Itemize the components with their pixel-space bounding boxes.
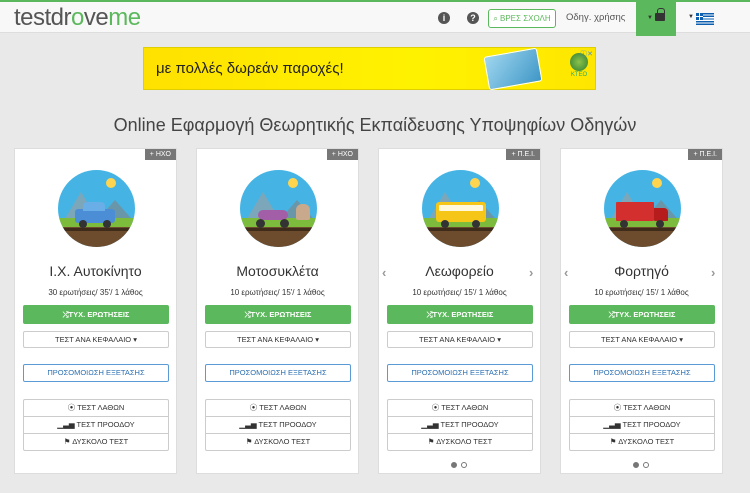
card-bus: + Π.Ε.Ι. ‹ › Λεωφορείο 10 ερωτήσεις/ 15'… — [378, 148, 541, 474]
logo[interactable]: testdroveme — [14, 6, 141, 30]
card-subtitle: 30 ερωτήσεις/ 35'/ 1 λάθος — [48, 288, 143, 297]
exam-simulation-button[interactable]: ΠΡΟΣΟΜΟΙΩΣΗ ΕΞΕΤΑΣΗΣ — [23, 364, 169, 382]
logo-part-2: o — [71, 4, 84, 31]
carousel-dot[interactable] — [643, 462, 649, 468]
hard-test-button[interactable]: ⚑ ΔΥΣΚΟΛΟ ΤΕΣΤ — [205, 433, 351, 451]
hard-test-button[interactable]: ⚑ ΔΥΣΚΟΛΟ ΤΕΣΤ — [569, 433, 715, 451]
test-button-group: ⦿ ΤΕΣΤ ΛΑΘΩΝ ▁▃▅ ΤΕΣΤ ΠΡΟΟΔΟΥ ⚑ ΔΥΣΚΟΛΟ … — [23, 399, 169, 451]
card-motorcycle: + ΗΧΟ Μοτοσυκλέτα 10 ερωτήσεις/ 15'/ 1 λ… — [196, 148, 359, 474]
ad-banner[interactable]: με πολλές δωρεάν παροχές! ΚΤΕΟ ⓘ✕ — [143, 47, 596, 91]
test-button-group: ⦿ ΤΕΣΤ ΛΑΘΩΝ ▁▃▅ ΤΕΣΤ ΠΡΟΟΔΟΥ ⚑ ΔΥΣΚΟΛΟ … — [569, 399, 715, 451]
card-title: Μοτοσυκλέτα — [236, 263, 319, 279]
kteo-logo-text: ΚΤΕΟ — [570, 72, 588, 78]
exam-simulation-button[interactable]: ΠΡΟΣΟΜΟΙΩΣΗ ΕΞΕΤΑΣΗΣ — [569, 364, 715, 382]
hard-test-button[interactable]: ⚑ ΔΥΣΚΟΛΟ ΤΕΣΤ — [387, 433, 533, 451]
test-button-group: ⦿ ΤΕΣΤ ΛΑΘΩΝ ▁▃▅ ΤΕΣΤ ΠΡΟΟΔΟΥ ⚑ ΔΥΣΚΟΛΟ … — [387, 399, 533, 451]
progress-test-button[interactable]: ▁▃▅ ΤΕΣΤ ΠΡΟΟΔΟΥ — [569, 416, 715, 434]
card-image — [483, 47, 543, 91]
sound-badge: + ΗΧΟ — [326, 149, 358, 160]
logo-part-3: ve — [83, 4, 109, 31]
random-questions-button[interactable]: ⤮ΤΥΧ. ΕΡΩΤΗΣΕΙΣ — [387, 305, 533, 324]
page-title: Online Εφαρμογή Θεωρητικής Εκπαίδευσης Υ… — [113, 115, 637, 135]
pei-badge: + Π.Ε.Ι. — [688, 149, 722, 160]
errors-test-button[interactable]: ⦿ ΤΕΣΤ ΛΑΘΩΝ — [387, 399, 533, 417]
carousel-dot[interactable] — [461, 462, 467, 468]
test-by-chapter-dropdown[interactable]: ΤΕΣΤ ΑΝΑ ΚΕΦΑΛΑΙΟ ▾ — [205, 331, 351, 348]
random-questions-button[interactable]: ⤮ΤΥΧ. ΕΡΩΤΗΣΕΙΣ — [23, 305, 169, 324]
progress-test-button[interactable]: ▁▃▅ ΤΕΣΤ ΠΡΟΟΔΟΥ — [387, 416, 533, 434]
card-title: Λεωφορείο — [425, 263, 494, 279]
progress-test-button[interactable]: ▁▃▅ ΤΕΣΤ ΠΡΟΟΔΟΥ — [23, 416, 169, 434]
carousel-indicators — [632, 462, 652, 470]
card-subtitle: 10 ερωτήσεις/ 15'/ 1 λάθος — [412, 288, 507, 297]
random-questions-button[interactable]: ⤮ΤΥΧ. ΕΡΩΤΗΣΕΙΣ — [205, 305, 351, 324]
chevron-down-icon: ▼ — [647, 15, 653, 21]
sound-badge: + ΗΧΟ — [144, 149, 176, 160]
help-icon[interactable]: ? — [467, 12, 479, 24]
card-car: + ΗΧΟ Ι.Χ. Αυτοκίνητο 30 ερωτήσεις/ 35'/… — [14, 148, 177, 474]
card-title: Φορτηγό — [614, 263, 669, 279]
test-by-chapter-dropdown[interactable]: ΤΕΣΤ ΑΝΑ ΚΕΦΑΛΑΙΟ ▾ — [569, 331, 715, 348]
greek-flag-icon — [696, 13, 714, 25]
test-button-group: ⦿ ΤΕΣΤ ΛΑΘΩΝ ▁▃▅ ΤΕΣΤ ΠΡΟΟΔΟΥ ⚑ ΔΥΣΚΟΛΟ … — [205, 399, 351, 451]
errors-test-button[interactable]: ⦿ ΤΕΣΤ ΛΑΘΩΝ — [569, 399, 715, 417]
car-illustration — [58, 170, 135, 247]
card-truck: + Π.Ε.Ι. ‹ › Φορτηγό 10 ερωτήσεις/ 15'/ … — [560, 148, 723, 474]
card-subtitle: 10 ερωτήσεις/ 15'/ 1 λάθος — [594, 288, 689, 297]
exam-simulation-button[interactable]: ΠΡΟΣΟΜΟΙΩΣΗ ΕΞΕΤΑΣΗΣ — [387, 364, 533, 382]
bus-illustration — [422, 170, 499, 247]
carousel-dot-active[interactable] — [633, 462, 639, 468]
exam-simulation-button[interactable]: ΠΡΟΣΟΜΟΙΩΣΗ ΕΞΕΤΑΣΗΣ — [205, 364, 351, 382]
progress-test-button[interactable]: ▁▃▅ ΤΕΣΤ ΠΡΟΟΔΟΥ — [205, 416, 351, 434]
errors-test-button[interactable]: ⦿ ΤΕΣΤ ΛΑΘΩΝ — [205, 399, 351, 417]
lock-icon — [655, 8, 665, 21]
errors-test-button[interactable]: ⦿ ΤΕΣΤ ΛΑΘΩΝ — [23, 399, 169, 417]
test-by-chapter-dropdown[interactable]: ΤΕΣΤ ΑΝΑ ΚΕΦΑΛΑΙΟ ▾ — [23, 331, 169, 348]
hard-test-button[interactable]: ⚑ ΔΥΣΚΟΛΟ ΤΕΣΤ — [23, 433, 169, 451]
logo-part-1: testdr — [14, 4, 72, 31]
find-school-button[interactable]: ⌕ ΒΡΕΣ ΣΧΟΛΗ — [488, 9, 556, 28]
login-dropdown-button[interactable]: ▼ — [636, 0, 676, 36]
chevron-down-icon: ▼ — [688, 14, 694, 20]
card-title: Ι.Χ. Αυτοκίνητο — [49, 263, 142, 279]
ad-text: με πολλές δωρεάν παροχές! — [156, 60, 344, 77]
user-guide-link[interactable]: Οδηγ. χρήσης — [566, 10, 625, 26]
motorcycle-illustration — [240, 170, 317, 247]
logo-part-4: me — [108, 4, 141, 31]
carousel-dot-active[interactable] — [451, 462, 457, 468]
test-by-chapter-dropdown[interactable]: ΤΕΣΤ ΑΝΑ ΚΕΦΑΛΑΙΟ ▾ — [387, 331, 533, 348]
pei-badge: + Π.Ε.Ι. — [506, 149, 540, 160]
random-questions-button[interactable]: ⤮ΤΥΧ. ΕΡΩΤΗΣΕΙΣ — [569, 305, 715, 324]
truck-illustration — [604, 170, 681, 247]
navbar: testdroveme i ? ⌕ ΒΡΕΣ ΣΧΟΛΗ Οδηγ. χρήση… — [0, 0, 750, 36]
info-icon[interactable]: i — [438, 12, 450, 24]
card-subtitle: 10 ερωτήσεις/ 15'/ 1 λάθος — [230, 288, 325, 297]
ad-close-icon[interactable]: ⓘ✕ — [580, 49, 593, 59]
carousel-indicators — [450, 462, 470, 470]
